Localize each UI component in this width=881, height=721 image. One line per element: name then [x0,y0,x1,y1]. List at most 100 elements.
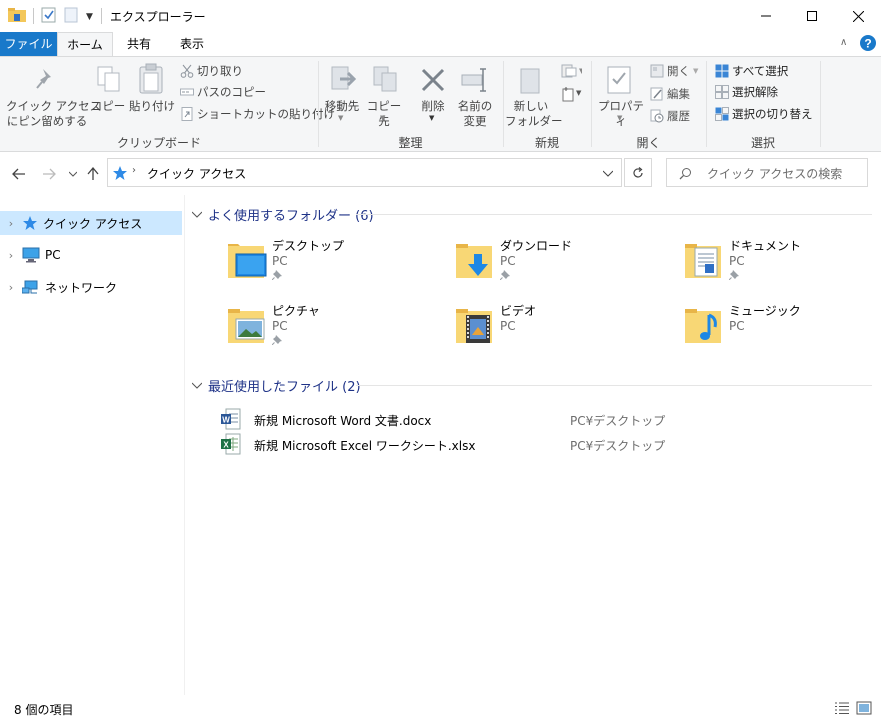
sidebar-item-label: PC [45,248,61,262]
customize-quick-access-icon[interactable]: ▼ [86,12,93,22]
sidebar-item-quick-access[interactable]: › クイック アクセス [0,211,182,235]
properties-quick-icon[interactable] [41,7,57,23]
delete-dropdown-icon[interactable]: ▼ [429,114,434,122]
back-button[interactable] [10,165,28,183]
explorer-app-icon[interactable] [8,7,26,23]
paste-button[interactable]: 貼り付け [129,99,175,114]
music-folder-icon [685,309,721,343]
folder-name: ドキュメント [729,239,802,253]
forward-arrow-icon [43,168,56,180]
large-icons-view-icon[interactable] [856,700,872,716]
address-dropdown-icon[interactable] [603,170,613,177]
folder-tile-music[interactable]: ミュージック PC [683,302,881,362]
navigation-row: › クイック アクセス クイック アクセスの検索 [0,153,881,195]
recent-locations-dropdown[interactable] [64,165,82,183]
properties-dropdown-icon[interactable]: ▼ [617,114,622,122]
collapse-ribbon-icon[interactable]: ∧ [840,37,847,48]
rename-button[interactable]: 名前の 変更 [455,99,495,129]
documents-folder-icon [685,244,721,278]
file-path: PC¥デスクトップ [570,414,666,428]
select-all-button[interactable]: すべて選択 [715,61,788,81]
window-title: エクスプローラー [110,10,206,24]
recent-file-row[interactable]: X 新規 Microsoft Excel ワークシート.xlsx PC¥デスクト… [218,433,858,457]
folder-tile-documents[interactable]: ドキュメント PC [683,237,881,297]
tab-file[interactable]: ファイル [0,32,57,56]
close-button[interactable] [835,0,881,32]
edit-button[interactable]: 編集 [650,84,690,104]
folder-tile-pictures[interactable]: ピクチャ PC [226,302,426,362]
new-item-icon[interactable]: ▼ [560,63,582,79]
back-arrow-icon [12,168,25,180]
forward-button[interactable] [40,165,58,183]
folder-location: PC [729,319,745,333]
paste-shortcut-button[interactable]: ショートカットの貼り付け [180,104,335,124]
history-icon [650,109,664,123]
desktop-folder-icon [228,244,267,278]
breadcrumb-quick-access[interactable]: クイック アクセス [147,165,246,182]
copy-to-dropdown-icon[interactable]: ▼ [380,114,385,122]
item-count: 8 個の項目 [14,703,74,717]
folder-tile-desktop[interactable]: デスクトップ PC [226,237,426,297]
folder-tile-videos[interactable]: ビデオ PC [454,302,654,362]
delete-icon [420,67,446,93]
invert-selection-button[interactable]: 選択の切り替え [715,104,813,124]
delete-button[interactable]: 削除 [415,99,451,114]
address-bar[interactable]: › クイック アクセス [107,158,622,187]
cut-button[interactable]: 切り取り [180,61,243,81]
recent-file-row[interactable]: W 新規 Microsoft Word 文書.docx PC¥デスクトップ [218,408,858,432]
folder-location: PC [272,319,288,333]
select-group-label: 選択 [750,136,775,150]
organize-group-label: 整理 [398,136,423,150]
pin-to-quick-access-button[interactable]: クイック アクセス にピン留めする [6,99,101,129]
copy-path-button[interactable]: パスのコピー [180,82,266,102]
content-pane: よく使用するフォルダー (6) デスクトップ PC ダウンロード PC ドキュメ… [186,195,881,695]
copy-button[interactable]: コピー [90,99,126,114]
folder-location: PC [729,254,745,268]
sidebar-item-network[interactable]: › ネットワーク [0,275,182,299]
breadcrumb-separator-icon[interactable]: › [132,165,136,176]
tab-view[interactable]: 表示 [165,32,219,56]
clipboard-group-label: クリップボード [116,136,201,150]
open-button[interactable]: 開く ▼ [650,61,698,81]
up-button[interactable] [84,165,102,183]
chevron-right-icon[interactable]: › [0,217,22,230]
help-icon[interactable]: ? [860,35,876,51]
easy-access-icon[interactable]: ▼ [560,85,582,103]
recent-files-header[interactable]: 最近使用したファイル (2) [192,376,361,395]
search-input[interactable]: クイック アクセスの検索 [666,158,868,187]
folder-location: PC [272,254,288,268]
ribbon-tabs: ファイル ホーム 共有 表示 ∧ ? [0,32,881,57]
tab-home[interactable]: ホーム [57,32,113,57]
pinned-icon [272,270,282,280]
word-file-icon: W [221,408,241,430]
star-icon [23,216,37,230]
new-folder-button[interactable]: 新しい フォルダー [505,99,563,129]
new-folder-quick-icon[interactable] [64,7,78,23]
pinned-icon [500,270,510,280]
move-to-dropdown-icon[interactable]: ▼ [338,114,343,122]
chevron-right-icon[interactable]: › [0,281,22,294]
search-icon [679,167,692,180]
move-to-button[interactable]: 移動先 [321,99,363,114]
history-button[interactable]: 履歴 [650,106,690,126]
maximize-button[interactable] [789,0,835,32]
chevron-down-icon [192,382,202,389]
move-to-icon [330,65,358,95]
tab-share[interactable]: 共有 [113,32,165,56]
sidebar-item-pc[interactable]: › PC [0,243,182,267]
invert-selection-icon [715,107,729,121]
folder-tile-downloads[interactable]: ダウンロード PC [454,237,654,297]
chevron-right-icon[interactable]: › [0,249,22,262]
paste-shortcut-icon [181,107,193,121]
select-none-button[interactable]: 選択解除 [715,82,778,102]
folder-name: ダウンロード [500,239,573,253]
file-path: PC¥デスクトップ [570,439,666,453]
refresh-button[interactable] [624,158,652,187]
details-view-icon[interactable] [834,701,850,715]
search-placeholder: クイック アクセスの検索 [707,167,843,181]
minimize-button[interactable] [743,0,789,32]
chevron-down-icon [192,211,202,218]
copy-to-icon [372,65,400,95]
frequent-folders-header[interactable]: よく使用するフォルダー (6) [192,205,374,224]
svg-text:W: W [222,416,230,425]
